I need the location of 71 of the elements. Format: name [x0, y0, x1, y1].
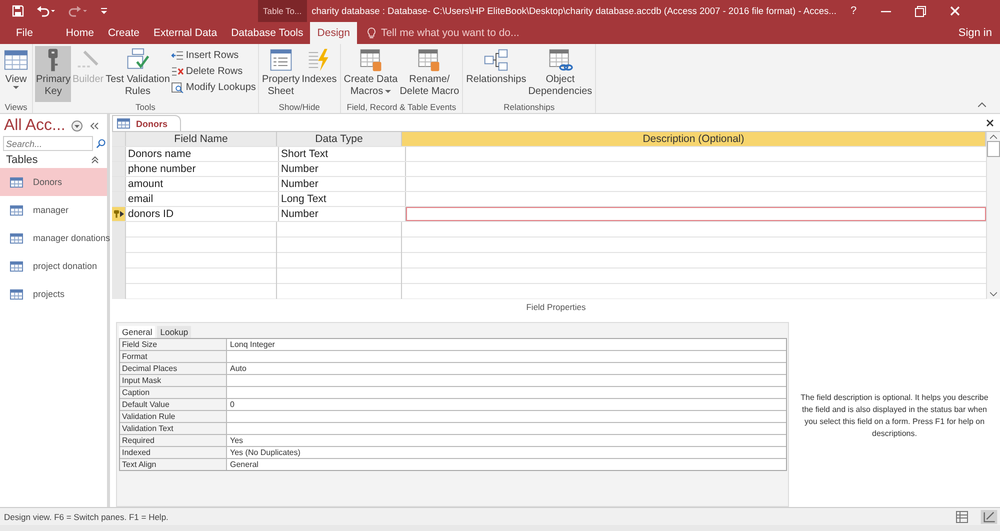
window-title: charity database : Database- C:\Users\HP EliteBook\Desktop\charity database.accdb (Access 2007 - 2016 file format) - Acces...: [312, 6, 836, 16]
ribbon-group-label: Field, Record & Table Events: [346, 102, 458, 112]
ribbon-tab[interactable]: File: [0, 22, 49, 44]
table-cell[interactable]: Number: [279, 162, 406, 176]
ribbon-tab[interactable]: Home: [58, 22, 101, 44]
table-cell[interactable]: phone number: [126, 162, 279, 176]
property-name: Required: [120, 435, 227, 446]
tell-me-field[interactable]: Tell me what you want to do...: [378, 22, 558, 44]
property-name: Indexed: [120, 447, 227, 458]
table-list-item[interactable]: projects: [0, 280, 107, 308]
ribbon-button[interactable]: Relationships: [465, 46, 528, 102]
property-value-field[interactable]: General: [227, 459, 786, 470]
property-value-field[interactable]: Lonq Integer: [227, 339, 786, 350]
table-cell[interactable]: Long Text: [279, 192, 406, 206]
property-name: Validation Text: [120, 423, 227, 434]
table-cell[interactable]: donors ID: [126, 207, 279, 221]
group-header[interactable]: Tables: [6, 154, 38, 166]
contextual-tab-label: Table To...: [258, 0, 307, 22]
property-name: Field Size: [120, 339, 227, 350]
column-header: Field Name: [126, 132, 277, 146]
property-name: Text Align: [120, 459, 227, 470]
help-text: The field description is optional. It helps you describe the field and is also displayed in the status bar when you select this field on a form. Press F1 for help on descriptions.: [800, 392, 990, 440]
ribbon-button[interactable]: Object Dependencies: [527, 46, 594, 102]
sign-in-link[interactable]: Sign in: [958, 22, 992, 44]
property-value-field[interactable]: Auto: [227, 363, 786, 374]
ribbon-button[interactable]: View: [2, 46, 30, 102]
table-cell[interactable]: email: [126, 192, 279, 206]
ribbon-tab[interactable]: Design: [310, 22, 357, 44]
property-name: Decimal Places: [120, 363, 227, 374]
navigation-pane-title[interactable]: All Acc...: [4, 117, 66, 135]
property-name: Input Mask: [120, 375, 227, 386]
column-header: Data Type: [277, 132, 402, 146]
table-cell[interactable]: Number: [279, 177, 406, 191]
ribbon-button[interactable]: Test Validation Rules: [104, 46, 171, 102]
help-button[interactable]: ?: [850, 5, 857, 17]
table-cell[interactable]: Short Text: [279, 147, 406, 161]
properties-tab[interactable]: General: [119, 326, 156, 338]
table-list-item[interactable]: manager: [0, 196, 107, 224]
column-header: Description (Optional): [402, 132, 986, 146]
status-text: Design view. F6 = Switch panes. F1 = Help.: [4, 512, 168, 522]
table-list-item[interactable]: Donors: [0, 168, 107, 196]
ribbon-button[interactable]: Delete Rows: [170, 64, 256, 79]
document-tab[interactable]: Donors: [112, 115, 180, 131]
ribbon-button[interactable]: Rename/ Delete Macro: [398, 46, 460, 102]
ribbon-button[interactable]: Modify Lookups: [170, 80, 256, 95]
ribbon-group-label: Tools: [134, 102, 156, 112]
ribbon-button[interactable]: Property Sheet: [260, 46, 301, 102]
property-value-field[interactable]: Yes: [227, 435, 786, 446]
table-cell[interactable]: Donors name: [126, 147, 279, 161]
properties-tab[interactable]: Lookup: [157, 326, 192, 338]
ribbon-button[interactable]: Primary Key: [35, 46, 72, 102]
property-value-field[interactable]: Yes (No Duplicates): [227, 447, 786, 458]
ribbon-group-label: Relationships: [502, 102, 556, 112]
property-name: Caption: [120, 387, 227, 398]
ribbon-button[interactable]: Indexes: [300, 46, 338, 102]
property-name: Default Value: [120, 399, 227, 410]
ribbon-tab[interactable]: Create: [100, 22, 146, 44]
section-title: Field Properties: [525, 301, 587, 314]
table-cell[interactable]: amount: [126, 177, 279, 191]
table-cell[interactable]: Number: [279, 207, 406, 221]
ribbon-tab[interactable]: External Data: [146, 22, 224, 44]
ribbon-group-label: Views: [4, 102, 28, 112]
property-name: Format: [120, 351, 227, 362]
ribbon-button[interactable]: Insert Rows: [170, 48, 256, 63]
ribbon-button[interactable]: Create Data Macros: [342, 46, 399, 102]
ribbon-tab[interactable]: Database Tools: [224, 22, 310, 44]
property-name: Validation Rule: [120, 411, 227, 422]
property-value-field[interactable]: 0: [227, 399, 786, 410]
search-field[interactable]: Search...: [3, 136, 93, 151]
table-list-item[interactable]: project donation: [0, 252, 107, 280]
ribbon-group-label: Show/Hide: [278, 102, 321, 112]
